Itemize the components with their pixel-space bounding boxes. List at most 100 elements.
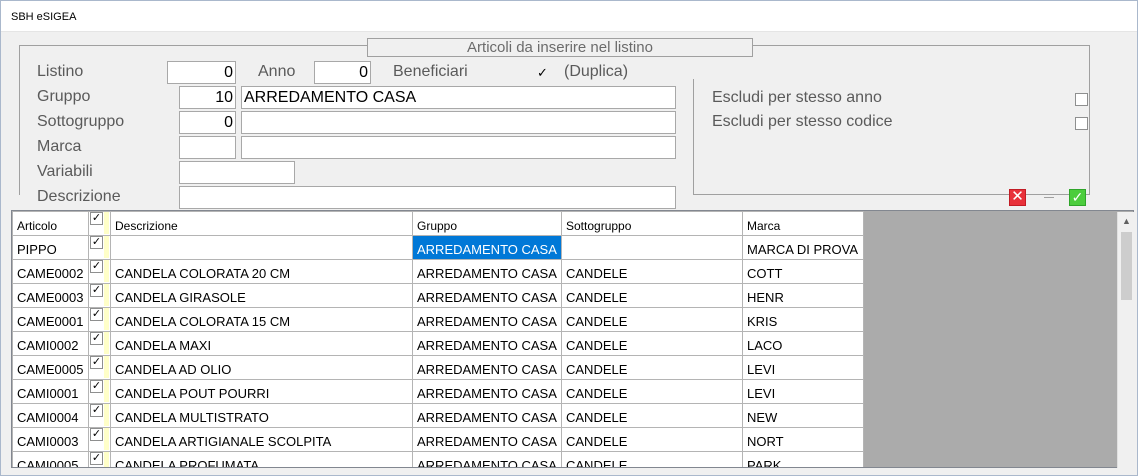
row-checkbox[interactable]: ✓ bbox=[90, 404, 103, 417]
row-checkbox[interactable]: ✓ bbox=[90, 332, 103, 345]
cell-gruppo[interactable]: ARREDAMENTO CASA bbox=[412, 331, 562, 356]
cell-articolo[interactable]: CAMI0001 bbox=[12, 379, 89, 404]
column-header-gruppo[interactable]: Gruppo bbox=[412, 211, 562, 236]
anno-field[interactable]: 0 bbox=[314, 61, 371, 84]
row-checkbox[interactable]: ✓ bbox=[90, 452, 103, 465]
table-row[interactable]: PIPPO ✓ ARREDAMENTO CASA MARCA DI PROVA bbox=[12, 235, 864, 260]
cell-gruppo[interactable]: ARREDAMENTO CASA bbox=[412, 283, 562, 308]
cell-descrizione[interactable]: CANDELA ARTIGIANALE SCOLPITA bbox=[110, 427, 413, 452]
row-checkbox[interactable]: ✓ bbox=[90, 284, 103, 297]
row-checkbox[interactable]: ✓ bbox=[90, 428, 103, 441]
descrizione-field[interactable] bbox=[179, 186, 676, 209]
cell-marca[interactable]: NEW bbox=[742, 403, 864, 428]
marca-code-field[interactable] bbox=[179, 136, 236, 159]
cell-gruppo[interactable]: ARREDAMENTO CASA bbox=[412, 427, 562, 452]
cell-articolo[interactable]: CAME0005 bbox=[12, 355, 89, 380]
cell-sottogruppo[interactable]: CANDELE bbox=[561, 403, 743, 428]
row-checkbox[interactable]: ✓ bbox=[90, 380, 103, 393]
cell-marca[interactable]: NORT bbox=[742, 427, 864, 452]
cell-marca[interactable]: LEVI bbox=[742, 379, 864, 404]
cell-descrizione[interactable] bbox=[110, 235, 413, 260]
cell-gruppo[interactable]: ARREDAMENTO CASA bbox=[412, 355, 562, 380]
column-header-descrizione[interactable]: Descrizione bbox=[110, 211, 413, 236]
cell-articolo[interactable]: PIPPO bbox=[12, 235, 89, 260]
cell-sottogruppo[interactable]: CANDELE bbox=[561, 379, 743, 404]
row-checkbox-cell[interactable]: ✓ bbox=[88, 283, 111, 308]
table-row[interactable]: CAME0002 ✓ CANDELA COLORATA 20 CM ARREDAMEN… bbox=[12, 259, 864, 284]
cell-articolo[interactable]: CAMI0002 bbox=[12, 331, 89, 356]
cell-gruppo[interactable]: ARREDAMENTO CASA bbox=[412, 235, 562, 260]
cell-sottogruppo[interactable]: CANDELE bbox=[561, 331, 743, 356]
cell-marca[interactable]: LEVI bbox=[742, 355, 864, 380]
confirm-button[interactable]: ✓ bbox=[1069, 189, 1086, 206]
cell-descrizione[interactable]: CANDELA COLORATA 15 CM bbox=[110, 307, 413, 332]
row-checkbox[interactable]: ✓ bbox=[90, 236, 103, 249]
cell-descrizione[interactable]: CANDELA GIRASOLE bbox=[110, 283, 413, 308]
cell-gruppo[interactable]: ARREDAMENTO CASA bbox=[412, 403, 562, 428]
marca-desc-field[interactable] bbox=[241, 136, 676, 159]
cell-marca[interactable]: MARCA DI PROVA bbox=[742, 235, 864, 260]
cell-articolo[interactable]: CAMI0005 bbox=[12, 451, 89, 467]
cell-marca[interactable]: HENR bbox=[742, 283, 864, 308]
column-header-articolo[interactable]: Articolo bbox=[12, 211, 89, 236]
cell-articolo[interactable]: CAME0001 bbox=[12, 307, 89, 332]
listino-field[interactable]: 0 bbox=[167, 61, 236, 84]
cell-sottogruppo[interactable]: CANDELE bbox=[561, 355, 743, 380]
column-header-check[interactable]: ✓ bbox=[88, 211, 111, 236]
table-row[interactable]: CAMI0004 ✓ CANDELA MULTISTRATO ARREDAMENTO … bbox=[12, 403, 864, 428]
cell-descrizione[interactable]: CANDELA AD OLIO bbox=[110, 355, 413, 380]
row-checkbox[interactable]: ✓ bbox=[90, 356, 103, 369]
header-checkbox-icon[interactable]: ✓ bbox=[90, 212, 103, 225]
gruppo-desc-field[interactable]: ARREDAMENTO CASA bbox=[241, 86, 676, 109]
cell-descrizione[interactable]: CANDELA MULTISTRATO bbox=[110, 403, 413, 428]
column-header-sottogruppo[interactable]: Sottogruppo bbox=[561, 211, 743, 236]
cell-gruppo[interactable]: ARREDAMENTO CASA bbox=[412, 259, 562, 284]
sottogruppo-code-field[interactable]: 0 bbox=[179, 111, 236, 134]
row-checkbox[interactable]: ✓ bbox=[90, 260, 103, 273]
cell-sottogruppo[interactable]: CANDELE bbox=[561, 427, 743, 452]
articles-grid[interactable]: Articolo ✓ Descrizione Gruppo Sottogrupp… bbox=[11, 210, 1134, 468]
escludi-codice-checkbox[interactable] bbox=[1075, 117, 1088, 130]
row-checkbox-cell[interactable]: ✓ bbox=[88, 403, 111, 428]
cell-descrizione[interactable]: CANDELA MAXI bbox=[110, 331, 413, 356]
cell-marca[interactable]: LACO bbox=[742, 331, 864, 356]
table-row[interactable]: CAME0001 ✓ CANDELA COLORATA 15 CM ARREDAMEN… bbox=[12, 307, 864, 332]
table-row[interactable]: CAMI0003 ✓ CANDELA ARTIGIANALE SCOLPITA ARR… bbox=[12, 427, 864, 452]
cell-descrizione[interactable]: CANDELA POUT POURRI bbox=[110, 379, 413, 404]
row-checkbox-cell[interactable]: ✓ bbox=[88, 427, 111, 452]
sottogruppo-desc-field[interactable] bbox=[241, 111, 676, 134]
table-row[interactable]: CAMI0005 ✓ CANDELA PROFUMATA ARREDAMENTO CA… bbox=[12, 451, 864, 467]
variabili-field[interactable] bbox=[179, 161, 295, 184]
table-row[interactable]: CAME0005 ✓ CANDELA AD OLIO ARREDAMENTO CASA… bbox=[12, 355, 864, 380]
cell-articolo[interactable]: CAMI0004 bbox=[12, 403, 89, 428]
cell-marca[interactable]: KRIS bbox=[742, 307, 864, 332]
table-row[interactable]: CAMI0001 ✓ CANDELA POUT POURRI ARREDAMENTO … bbox=[12, 379, 864, 404]
row-checkbox-cell[interactable]: ✓ bbox=[88, 259, 111, 284]
cell-articolo[interactable]: CAMI0003 bbox=[12, 427, 89, 452]
row-checkbox-cell[interactable]: ✓ bbox=[88, 355, 111, 380]
title-bar[interactable]: SBH eSIGEA bbox=[1, 1, 1137, 32]
gruppo-code-field[interactable]: 10 bbox=[179, 86, 236, 109]
row-checkbox[interactable]: ✓ bbox=[90, 308, 103, 321]
row-checkbox-cell[interactable]: ✓ bbox=[88, 451, 111, 467]
cell-marca[interactable]: COTT bbox=[742, 259, 864, 284]
grid-vertical-scrollbar[interactable]: ▲ bbox=[1117, 212, 1134, 468]
duplica-checkbox[interactable]: ✓ bbox=[536, 66, 549, 80]
cell-gruppo[interactable]: ARREDAMENTO CASA bbox=[412, 379, 562, 404]
row-checkbox-cell[interactable]: ✓ bbox=[88, 379, 111, 404]
escludi-anno-checkbox[interactable] bbox=[1075, 93, 1088, 106]
cell-sottogruppo[interactable]: CANDELE bbox=[561, 259, 743, 284]
scroll-thumb[interactable] bbox=[1121, 232, 1132, 300]
table-row[interactable]: CAME0003 ✓ CANDELA GIRASOLE ARREDAMENTO CAS… bbox=[12, 283, 864, 308]
cell-articolo[interactable]: CAME0002 bbox=[12, 259, 89, 284]
cell-descrizione[interactable]: CANDELA COLORATA 20 CM bbox=[110, 259, 413, 284]
cell-descrizione[interactable]: CANDELA PROFUMATA bbox=[110, 451, 413, 467]
cancel-button[interactable]: ✕ bbox=[1009, 189, 1026, 206]
table-row[interactable]: CAMI0002 ✓ CANDELA MAXI ARREDAMENTO CASA CAN… bbox=[12, 331, 864, 356]
cell-sottogruppo[interactable]: CANDELE bbox=[561, 307, 743, 332]
cell-articolo[interactable]: CAME0003 bbox=[12, 283, 89, 308]
cell-sottogruppo[interactable]: CANDELE bbox=[561, 283, 743, 308]
row-checkbox-cell[interactable]: ✓ bbox=[88, 235, 111, 260]
cell-gruppo[interactable]: ARREDAMENTO CASA bbox=[412, 451, 562, 467]
cell-sottogruppo[interactable]: CANDELE bbox=[561, 451, 743, 467]
